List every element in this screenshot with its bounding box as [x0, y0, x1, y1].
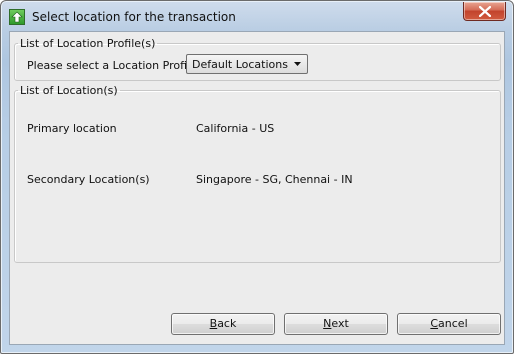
- dialog-window: Select location for the transaction List…: [0, 0, 514, 354]
- cancel-label-rest: ancel: [438, 317, 468, 330]
- back-label-rest: ack: [217, 317, 237, 330]
- dialog-client-area: List of Location Profile(s) Please selec…: [9, 31, 505, 345]
- next-button[interactable]: Next: [284, 313, 388, 335]
- location-profile-legend: List of Location Profile(s): [20, 37, 156, 50]
- close-icon: [479, 6, 491, 17]
- locations-legend: List of Location(s): [20, 84, 118, 97]
- window-title: Select location for the transaction: [32, 10, 236, 24]
- title-bar[interactable]: Select location for the transaction: [1, 1, 513, 31]
- cancel-mnemonic: C: [430, 317, 439, 330]
- location-profile-select[interactable]: Default Locations: [186, 54, 308, 74]
- secondary-location-label: Secondary Location(s): [27, 173, 150, 186]
- cancel-button[interactable]: Cancel: [397, 313, 501, 335]
- close-button[interactable]: [463, 2, 506, 21]
- chevron-down-icon: [294, 62, 301, 66]
- primary-location-label: Primary location: [27, 122, 117, 135]
- primary-location-value: California - US: [196, 122, 275, 135]
- back-button[interactable]: Back: [171, 313, 275, 335]
- location-profile-selected-value: Default Locations: [192, 58, 288, 71]
- next-label-rest: ext: [331, 317, 349, 330]
- secondary-location-value: Singapore - SG, Chennai - IN: [196, 173, 353, 186]
- green-up-arrow-icon: [9, 9, 25, 25]
- location-profile-prompt: Please select a Location Profile: [27, 59, 197, 72]
